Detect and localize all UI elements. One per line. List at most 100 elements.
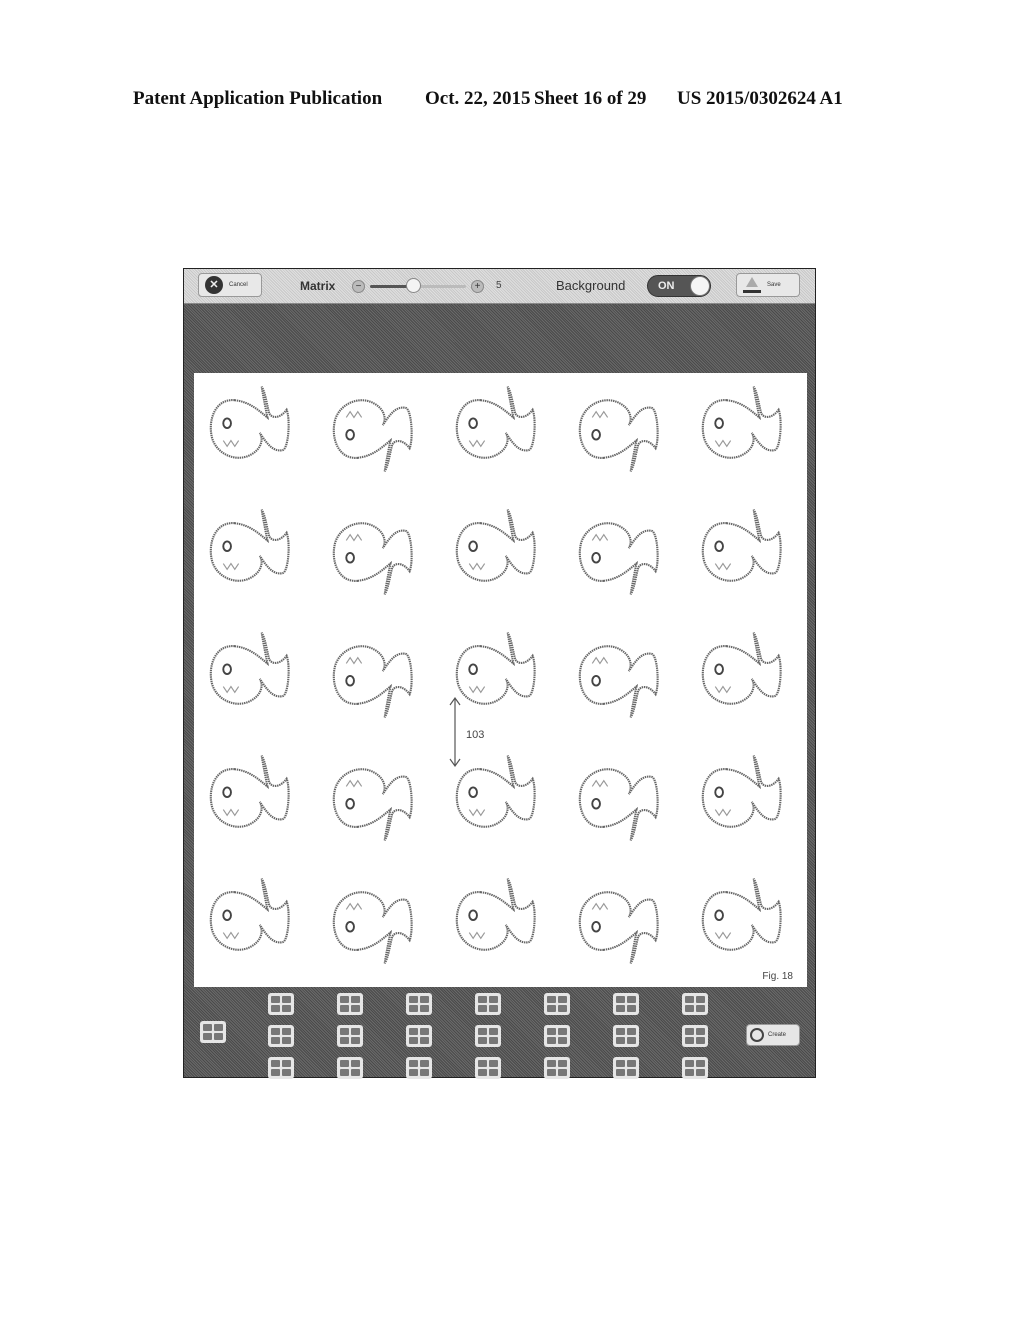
whale-mouth bbox=[714, 808, 732, 817]
whale-mouth bbox=[714, 439, 732, 448]
whale-tile bbox=[698, 627, 798, 727]
whale-mouth bbox=[468, 562, 486, 571]
whale-eye bbox=[591, 798, 601, 810]
whale-mouth bbox=[468, 931, 486, 940]
whale-tile bbox=[452, 381, 552, 481]
pattern-canvas[interactable]: 103 Fig. 18 bbox=[194, 373, 807, 987]
save-button[interactable]: Save bbox=[736, 273, 800, 297]
whale-icon bbox=[701, 878, 782, 951]
whale-tile bbox=[698, 504, 798, 604]
whale-mouth bbox=[468, 439, 486, 448]
plus-icon[interactable]: + bbox=[471, 280, 484, 293]
layout-tray: Create bbox=[184, 987, 815, 1079]
layout-thumbnail[interactable] bbox=[337, 993, 363, 1015]
sheet-number: Sheet 16 of 29 bbox=[534, 88, 647, 109]
whale-eye bbox=[468, 540, 478, 552]
layout-thumbnail[interactable] bbox=[268, 1025, 294, 1047]
whale-eye bbox=[345, 921, 355, 933]
cancel-button[interactable]: ✕ Cancel bbox=[198, 273, 262, 297]
publication-date: Oct. 22, 2015 bbox=[425, 88, 531, 109]
matrix-label: Matrix bbox=[300, 279, 336, 293]
layout-thumbnail[interactable] bbox=[544, 1057, 570, 1079]
layout-thumbnail[interactable] bbox=[544, 993, 570, 1015]
whale-eye bbox=[222, 909, 232, 921]
whale-icon bbox=[209, 386, 290, 459]
create-button[interactable]: Create bbox=[746, 1024, 800, 1046]
layout-thumbnail[interactable] bbox=[406, 1057, 432, 1079]
layout-thumbnail[interactable] bbox=[268, 1057, 294, 1079]
layout-thumbnail[interactable] bbox=[613, 1057, 639, 1079]
layout-thumbnail[interactable] bbox=[406, 993, 432, 1015]
layout-thumbnail[interactable] bbox=[613, 1025, 639, 1047]
layout-thumbnail[interactable] bbox=[200, 1021, 226, 1043]
layout-thumbnail[interactable] bbox=[613, 993, 639, 1015]
whale-mouth bbox=[222, 562, 240, 571]
whale-icon bbox=[209, 509, 290, 582]
layout-thumbnail[interactable] bbox=[682, 1057, 708, 1079]
patent-number: US 2015/0302624 A1 bbox=[677, 88, 843, 109]
figure-label: Fig. 18 bbox=[762, 971, 793, 982]
whale-mouth bbox=[714, 562, 732, 571]
whale-mouth bbox=[345, 656, 363, 665]
whale-eye bbox=[591, 429, 601, 441]
whale-icon bbox=[578, 891, 659, 964]
whale-tile bbox=[329, 504, 429, 604]
whale-eye bbox=[222, 663, 232, 675]
layout-thumbnail[interactable] bbox=[406, 1025, 432, 1047]
whale-eye bbox=[222, 786, 232, 798]
whale-eye bbox=[714, 663, 724, 675]
whale-icon bbox=[209, 755, 290, 828]
whale-mouth bbox=[345, 410, 363, 419]
whale-icon bbox=[209, 632, 290, 705]
whale-tile bbox=[575, 381, 675, 481]
layout-thumbnail[interactable] bbox=[475, 993, 501, 1015]
layout-thumbnail[interactable] bbox=[337, 1025, 363, 1047]
whale-mouth bbox=[345, 902, 363, 911]
whale-tile bbox=[206, 873, 306, 973]
whale-icon bbox=[455, 509, 536, 582]
layout-thumbnail[interactable] bbox=[682, 1025, 708, 1047]
whale-eye bbox=[345, 552, 355, 564]
whale-tile bbox=[329, 750, 429, 850]
slider-thumb[interactable] bbox=[406, 278, 422, 293]
whale-mouth bbox=[714, 685, 732, 694]
whale-eye bbox=[591, 552, 601, 564]
create-icon bbox=[750, 1028, 764, 1042]
whale-tile bbox=[575, 504, 675, 604]
whale-eye bbox=[714, 417, 724, 429]
whale-mouth bbox=[591, 533, 609, 542]
whale-tile bbox=[698, 381, 798, 481]
whale-mouth bbox=[591, 656, 609, 665]
save-label: Save bbox=[767, 282, 781, 288]
layout-thumbnail[interactable] bbox=[475, 1057, 501, 1079]
whale-icon bbox=[701, 509, 782, 582]
whale-icon bbox=[455, 386, 536, 459]
create-label: Create bbox=[768, 1032, 787, 1038]
whale-tile bbox=[452, 504, 552, 604]
toggle-knob bbox=[690, 276, 710, 296]
layout-thumbnail[interactable] bbox=[337, 1057, 363, 1079]
whale-mouth bbox=[468, 685, 486, 694]
patent-header: Patent Application Publication Oct. 22, … bbox=[133, 88, 893, 116]
layout-thumbnail[interactable] bbox=[268, 993, 294, 1015]
layout-thumbnail[interactable] bbox=[475, 1025, 501, 1047]
whale-mouth bbox=[714, 931, 732, 940]
matrix-value: 5 bbox=[496, 280, 502, 291]
whale-icon bbox=[332, 399, 413, 472]
whale-icon bbox=[332, 891, 413, 964]
whale-icon bbox=[701, 755, 782, 828]
whale-eye bbox=[468, 786, 478, 798]
layout-thumbnail[interactable] bbox=[682, 993, 708, 1015]
annotation-label: 103 bbox=[466, 729, 485, 741]
cancel-label: Cancel bbox=[229, 282, 248, 288]
save-icon bbox=[743, 276, 761, 294]
matrix-slider[interactable]: − + bbox=[352, 277, 484, 295]
layout-thumbnail[interactable] bbox=[544, 1025, 570, 1047]
whale-eye bbox=[468, 909, 478, 921]
whale-tile bbox=[329, 381, 429, 481]
whale-mouth bbox=[222, 685, 240, 694]
minus-icon[interactable]: − bbox=[352, 280, 365, 293]
whale-icon bbox=[209, 878, 290, 951]
background-toggle[interactable]: ON bbox=[647, 275, 711, 297]
whale-icon bbox=[578, 399, 659, 472]
